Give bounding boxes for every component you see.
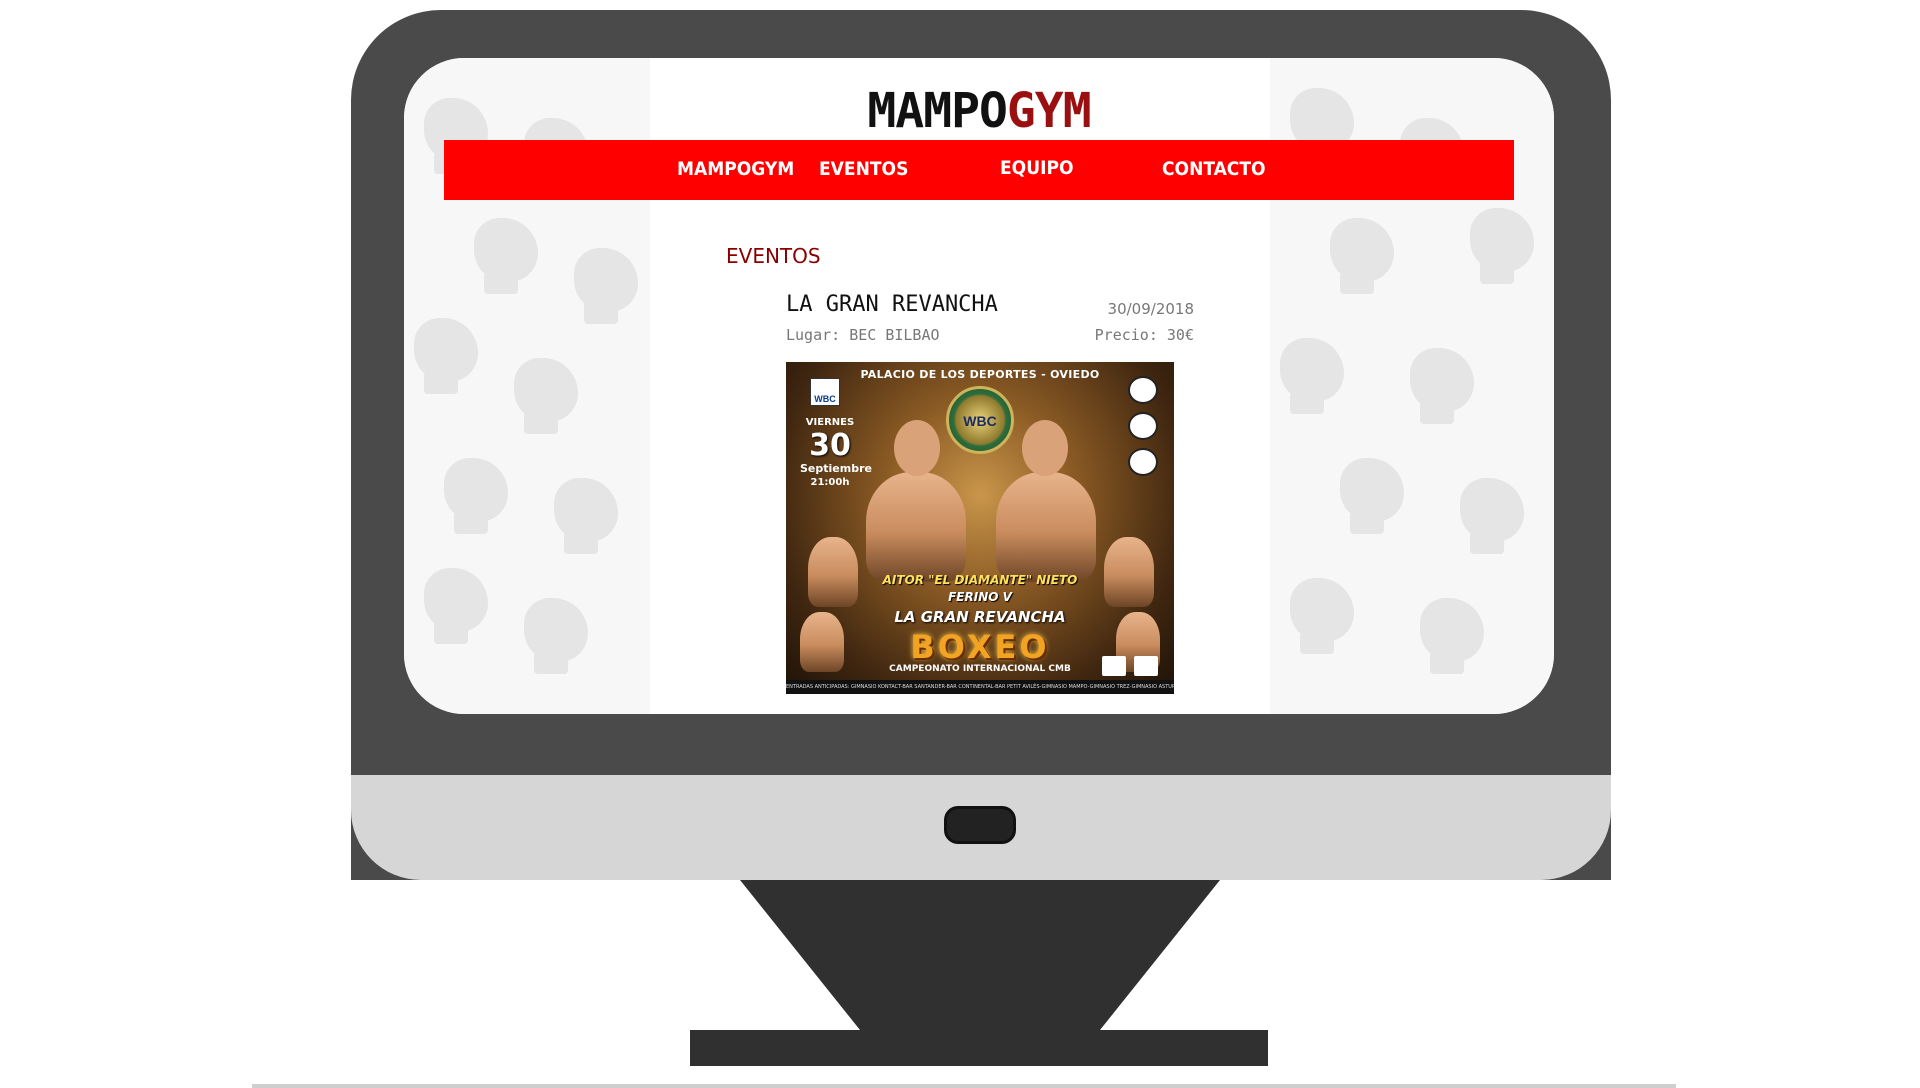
event-poster[interactable]: PALACIO DE LOS DEPORTES - OVIEDO WBC WBC… <box>786 362 1174 694</box>
fighter-left-figure <box>866 472 966 582</box>
boxing-glove-icon <box>1470 208 1534 284</box>
nav-item-contacto[interactable]: CONTACTO <box>1162 158 1266 180</box>
nav-item-mampogym[interactable]: MAMPOGYM <box>677 158 794 180</box>
event-date: 30/09/2018 <box>1107 300 1194 318</box>
monitor-stand-base <box>690 1030 1268 1066</box>
poster-day-number: 30 <box>809 428 851 463</box>
boxing-glove-icon <box>554 478 618 554</box>
boxing-glove-icon <box>414 318 478 394</box>
event-title[interactable]: LA GRAN REVANCHA <box>786 292 998 317</box>
boxing-glove-icon <box>1330 218 1394 294</box>
main-nav: MAMPOGYM EVENTOS EQUIPO CONTACTO <box>444 140 1514 200</box>
poster-day: VIERNES <box>805 417 855 428</box>
boxing-glove-icon <box>574 248 638 324</box>
fighter-right-head <box>1022 420 1068 476</box>
floor-line <box>252 1084 1676 1088</box>
boxing-glove-icon <box>1460 478 1524 554</box>
wbc-badge-icon: WBC <box>810 378 840 406</box>
boxing-glove-icon <box>444 458 508 534</box>
monitor-screen: MAMPOGYM MAMPOGYM EVENTOS EQUIPO CONTACT… <box>404 58 1554 714</box>
boxing-glove-icon <box>424 568 488 644</box>
event-place: Lugar: BEC BILBAO <box>786 326 940 344</box>
poster-venue: PALACIO DE LOS DEPORTES - OVIEDO <box>860 368 1100 381</box>
nav-item-eventos[interactable]: EVENTOS <box>819 158 908 180</box>
boxing-glove-icon <box>1420 598 1484 674</box>
event-price: Precio: 30€ <box>1094 326 1194 344</box>
poster-time: 21:00h <box>810 477 850 488</box>
site-logo[interactable]: MAMPOGYM <box>404 83 1554 139</box>
fighter-right-figure <box>996 472 1096 582</box>
monitor-power-button <box>944 806 1016 844</box>
logo-text-main: MAMPO <box>867 83 1007 139</box>
club-logo-icon <box>1128 448 1158 476</box>
poster-versus: FERINO V <box>948 590 1012 604</box>
boxing-glove-icon <box>524 598 588 674</box>
logo-text-accent: GYM <box>1006 83 1092 139</box>
fighter-left-head <box>894 420 940 476</box>
boxing-glove-icon <box>1410 348 1474 424</box>
championship-belt-icon: WBC <box>946 386 1014 454</box>
boxing-glove-icon <box>474 218 538 294</box>
poster-fighter-name: AITOR "EL DIAMANTE" NIETO <box>882 573 1078 587</box>
boxing-glove-icon <box>514 358 578 434</box>
poster-month: Septiembre <box>800 462 872 475</box>
sponsor-logo-icon <box>1128 412 1158 440</box>
poster-footer: ENTRADAS ANTICIPADAS: GIMNASIO KONTACT-B… <box>786 680 1174 694</box>
federation-logo-icon <box>1128 376 1158 404</box>
belt-label: WBC <box>963 413 997 429</box>
page-title: EVENTOS <box>726 244 821 268</box>
sponsor-logo-icon <box>1134 656 1158 676</box>
boxing-glove-icon <box>1280 338 1344 414</box>
monitor-stand-neck <box>740 880 1220 1030</box>
poster-headline: LA GRAN REVANCHA <box>894 608 1066 626</box>
sponsor-logo-icon <box>1102 656 1126 676</box>
boxing-glove-icon <box>1340 458 1404 534</box>
nav-item-equipo[interactable]: EQUIPO <box>1000 157 1074 179</box>
boxing-glove-icon <box>1290 578 1354 654</box>
